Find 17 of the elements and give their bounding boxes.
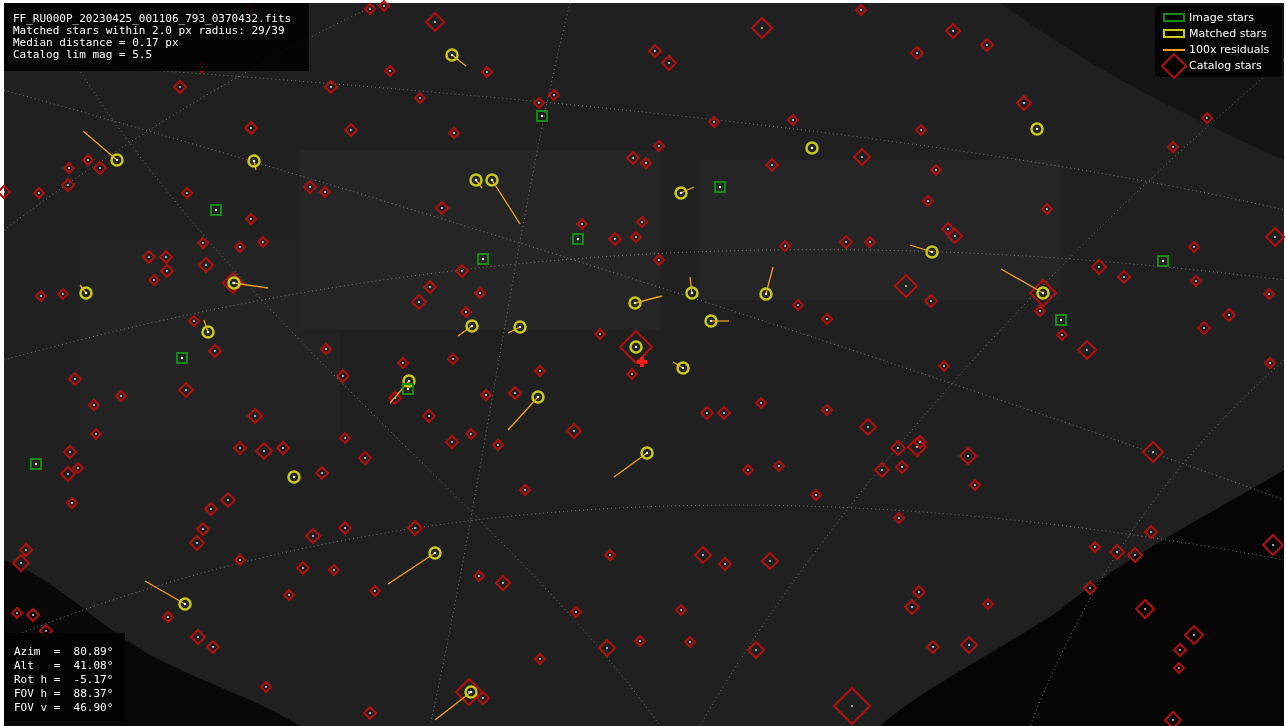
legend-label: 100x residuals <box>1189 43 1270 56</box>
square-marker-icon <box>1163 13 1185 22</box>
info-text: Matched stars within 2.0 px radius: 29/39 <box>13 25 285 37</box>
info-text: Catalog lim mag = 5.5 <box>13 49 154 61</box>
square-marker-icon <box>1163 29 1185 38</box>
info-text: Median distance = 0.17 px <box>13 37 180 49</box>
legend-label: Catalog stars <box>1189 59 1262 72</box>
info-text: FF_RU000P_20230425_001106_793_0370432.fits <box>13 13 293 25</box>
pointing-text: Azim = 80.89° <box>14 645 115 659</box>
pointing-text: Rot h = -5.17° <box>14 673 115 687</box>
diamond-marker-icon <box>1161 52 1187 79</box>
pointing-text: Alt = 41.08° <box>14 659 115 673</box>
legend-label: Image stars <box>1189 11 1254 24</box>
pointing-text: FOV h = 88.37° <box>14 687 115 701</box>
line-marker-icon <box>1163 48 1185 51</box>
pointing-text: FOV v = 46.90° <box>14 701 115 715</box>
legend-label: Matched stars <box>1189 27 1267 40</box>
